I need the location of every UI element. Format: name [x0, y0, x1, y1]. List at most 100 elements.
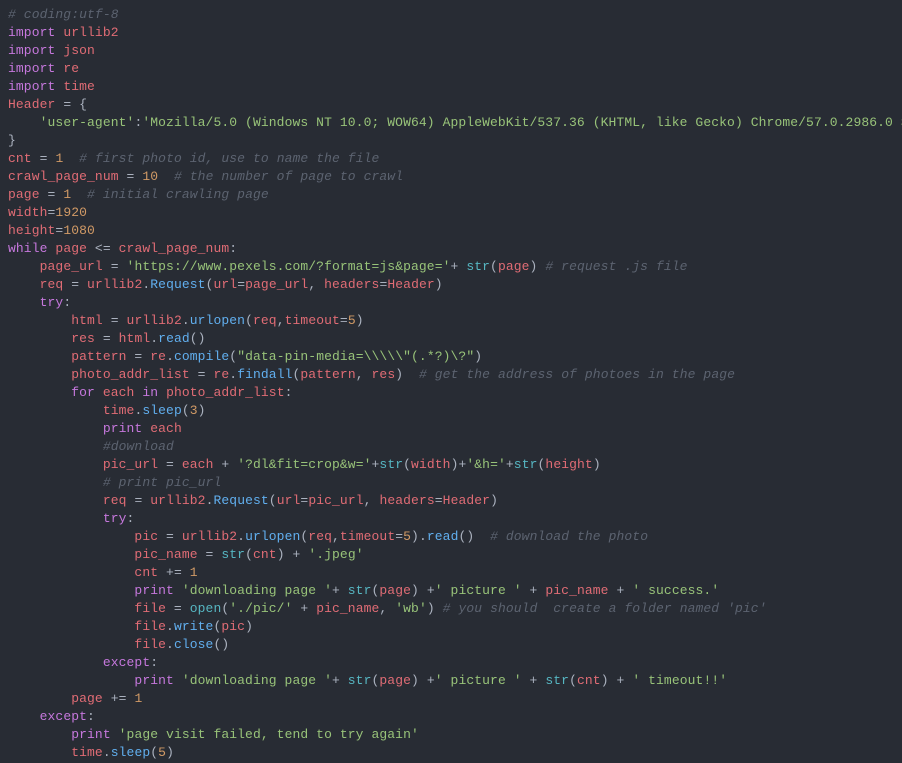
token-comment: # coding:utf-8: [8, 7, 119, 22]
token-op: .: [182, 313, 190, 328]
token-ident: each: [150, 421, 182, 436]
code-line[interactable]: cnt += 1: [8, 565, 198, 580]
token-op: (: [490, 259, 498, 274]
code-line[interactable]: height=1080: [8, 223, 95, 238]
token-op: ,: [364, 493, 380, 508]
token-ident: page_url: [245, 277, 308, 292]
token-number: 3: [190, 403, 198, 418]
token-ident: cnt: [134, 565, 158, 580]
code-line[interactable]: photo_addr_list = re.findall(pattern, re…: [8, 367, 735, 382]
token-ident: urllib2: [182, 529, 237, 544]
token-string: ' picture ': [435, 583, 522, 598]
code-line[interactable]: print 'downloading page '+ str(page) +' …: [8, 673, 727, 688]
code-line[interactable]: for each in photo_addr_list:: [8, 385, 293, 400]
token-op: [8, 511, 103, 526]
code-line[interactable]: while page <= crawl_page_num:: [8, 241, 237, 256]
code-line[interactable]: pic_name = str(cnt) + '.jpeg': [8, 547, 364, 562]
code-line[interactable]: pattern = re.compile("data-pin-media=\\\…: [8, 349, 482, 364]
code-line[interactable]: file.write(pic): [8, 619, 253, 634]
code-line[interactable]: try:: [8, 295, 71, 310]
code-line[interactable]: except:: [8, 655, 158, 670]
code-line[interactable]: import urllib2: [8, 25, 119, 40]
code-line[interactable]: # print pic_url: [8, 475, 221, 490]
code-line[interactable]: page = 1 # initial crawling page: [8, 187, 269, 202]
code-line[interactable]: res = html.read(): [8, 331, 206, 346]
code-line[interactable]: req = urllib2.Request(url=page_url, head…: [8, 277, 443, 292]
code-line[interactable]: 'user-agent':'Mozilla/5.0 (Windows NT 10…: [8, 115, 902, 130]
token-string: 'wb': [395, 601, 427, 616]
code-line[interactable]: print each: [8, 421, 182, 436]
token-op: ): [198, 403, 206, 418]
code-line[interactable]: print 'page visit failed, tend to try ag…: [8, 727, 419, 742]
token-op: [8, 493, 103, 508]
token-op: [8, 529, 134, 544]
token-number: 1080: [63, 223, 95, 238]
code-line[interactable]: import json: [8, 43, 95, 58]
token-ident: file: [134, 601, 166, 616]
token-op: +: [213, 457, 237, 472]
token-op: .: [166, 637, 174, 652]
token-comment: # print pic_url: [103, 475, 222, 490]
token-op: ).: [411, 529, 427, 544]
code-line[interactable]: except:: [8, 709, 95, 724]
token-ident: pic: [221, 619, 245, 634]
token-keyword: import: [8, 61, 55, 76]
code-line[interactable]: import re: [8, 61, 79, 76]
code-line[interactable]: }: [8, 133, 16, 148]
code-line[interactable]: # coding:utf-8: [8, 7, 119, 22]
token-op: [8, 583, 134, 598]
code-line[interactable]: time.sleep(3): [8, 403, 206, 418]
token-op: :: [127, 511, 135, 526]
code-line[interactable]: pic = urllib2.urlopen(req,timeout=5).rea…: [8, 529, 648, 544]
token-ident: width: [411, 457, 451, 472]
token-op: ): [245, 619, 253, 634]
token-ident: page_url: [40, 259, 103, 274]
token-op: +: [332, 583, 348, 598]
code-line[interactable]: req = urllib2.Request(url=pic_url, heade…: [8, 493, 498, 508]
code-line[interactable]: #download: [8, 439, 174, 454]
code-line[interactable]: try:: [8, 511, 134, 526]
token-op: [8, 403, 103, 418]
token-op: [8, 115, 40, 130]
token-ident: page: [379, 673, 411, 688]
code-line[interactable]: Header = {: [8, 97, 87, 112]
token-ident: cnt: [253, 547, 277, 562]
token-ident: urllib2: [127, 313, 182, 328]
token-ident: pattern: [71, 349, 126, 364]
code-line[interactable]: print 'downloading page '+ str(page) +' …: [8, 583, 719, 598]
token-op: [8, 439, 103, 454]
code-line[interactable]: page_url = 'https://www.pexels.com/?form…: [8, 259, 688, 274]
token-keyword: import: [8, 79, 55, 94]
code-line[interactable]: html = urllib2.urlopen(req,timeout=5): [8, 313, 364, 328]
code-line[interactable]: file.close(): [8, 637, 229, 652]
token-op: [8, 277, 40, 292]
token-op: ) +: [601, 673, 633, 688]
token-op: [95, 385, 103, 400]
code-line[interactable]: pic_url = each + '?dl&fit=crop&w='+str(w…: [8, 457, 601, 472]
code-line[interactable]: crawl_page_num = 10 # the number of page…: [8, 169, 403, 184]
code-line[interactable]: page += 1: [8, 691, 142, 706]
code-line[interactable]: file = open('./pic/' + pic_name, 'wb') #…: [8, 601, 767, 616]
code-editor[interactable]: # coding:utf-8 import urllib2 import jso…: [0, 0, 902, 763]
token-op: ): [490, 493, 498, 508]
code-line[interactable]: import time: [8, 79, 95, 94]
token-op: .: [229, 367, 237, 382]
token-op: +: [506, 457, 514, 472]
token-keyword: for: [71, 385, 95, 400]
token-op: =: [395, 529, 403, 544]
code-line[interactable]: cnt = 1 # first photo id, use to name th…: [8, 151, 379, 166]
code-line[interactable]: width=1920: [8, 205, 87, 220]
token-comment: # get the address of photoes in the page: [419, 367, 735, 382]
token-ident: pic_url: [308, 493, 363, 508]
token-print: print: [103, 421, 143, 436]
token-op: ,: [356, 367, 372, 382]
token-ident: photo_addr_list: [166, 385, 285, 400]
token-ident: url: [213, 277, 237, 292]
token-op: ,: [277, 313, 285, 328]
token-ident: page: [8, 187, 40, 202]
code-line[interactable]: time.sleep(5): [8, 745, 174, 760]
token-op: =: [166, 601, 190, 616]
token-op: =: [340, 313, 348, 328]
token-op: (: [182, 403, 190, 418]
token-ident: req: [40, 277, 64, 292]
